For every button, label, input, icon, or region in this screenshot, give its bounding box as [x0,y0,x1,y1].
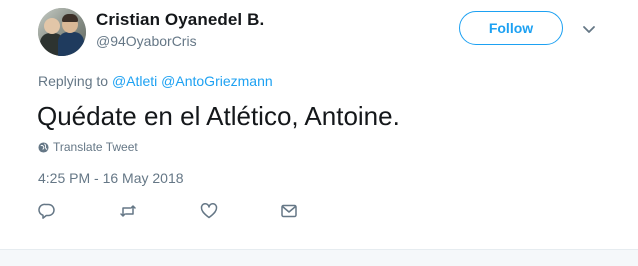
mention-link[interactable]: @Atleti [112,73,157,89]
tweet-card: Cristian Oyanedel B. @94OyaborCris Follo… [0,0,638,249]
mention-link[interactable]: @AntoGriezmann [161,73,272,89]
author-handle[interactable]: @94OyaborCris [96,33,197,49]
author-display-name[interactable]: Cristian Oyanedel B. [96,10,264,30]
tweet-text: Quédate en el Atlético, Antoine. [37,101,400,131]
translate-tweet-link[interactable]: Translate Tweet [38,140,138,154]
page-footer-band [0,249,638,266]
chevron-down-icon[interactable] [580,20,598,38]
replying-to: Replying to @Atleti @AntoGriezmann [38,73,273,89]
like-icon[interactable] [200,202,220,222]
direct-message-icon[interactable] [280,202,300,222]
globe-icon [38,141,49,153]
follow-button[interactable]: Follow [459,11,563,45]
retweet-icon[interactable] [119,202,139,222]
reply-icon[interactable] [38,202,58,222]
replying-to-label: Replying to [38,73,109,89]
avatar[interactable] [38,8,86,56]
tweet-timestamp[interactable]: 4:25 PM - 16 May 2018 [38,170,184,186]
translate-tweet-label[interactable]: Translate Tweet [53,140,138,154]
